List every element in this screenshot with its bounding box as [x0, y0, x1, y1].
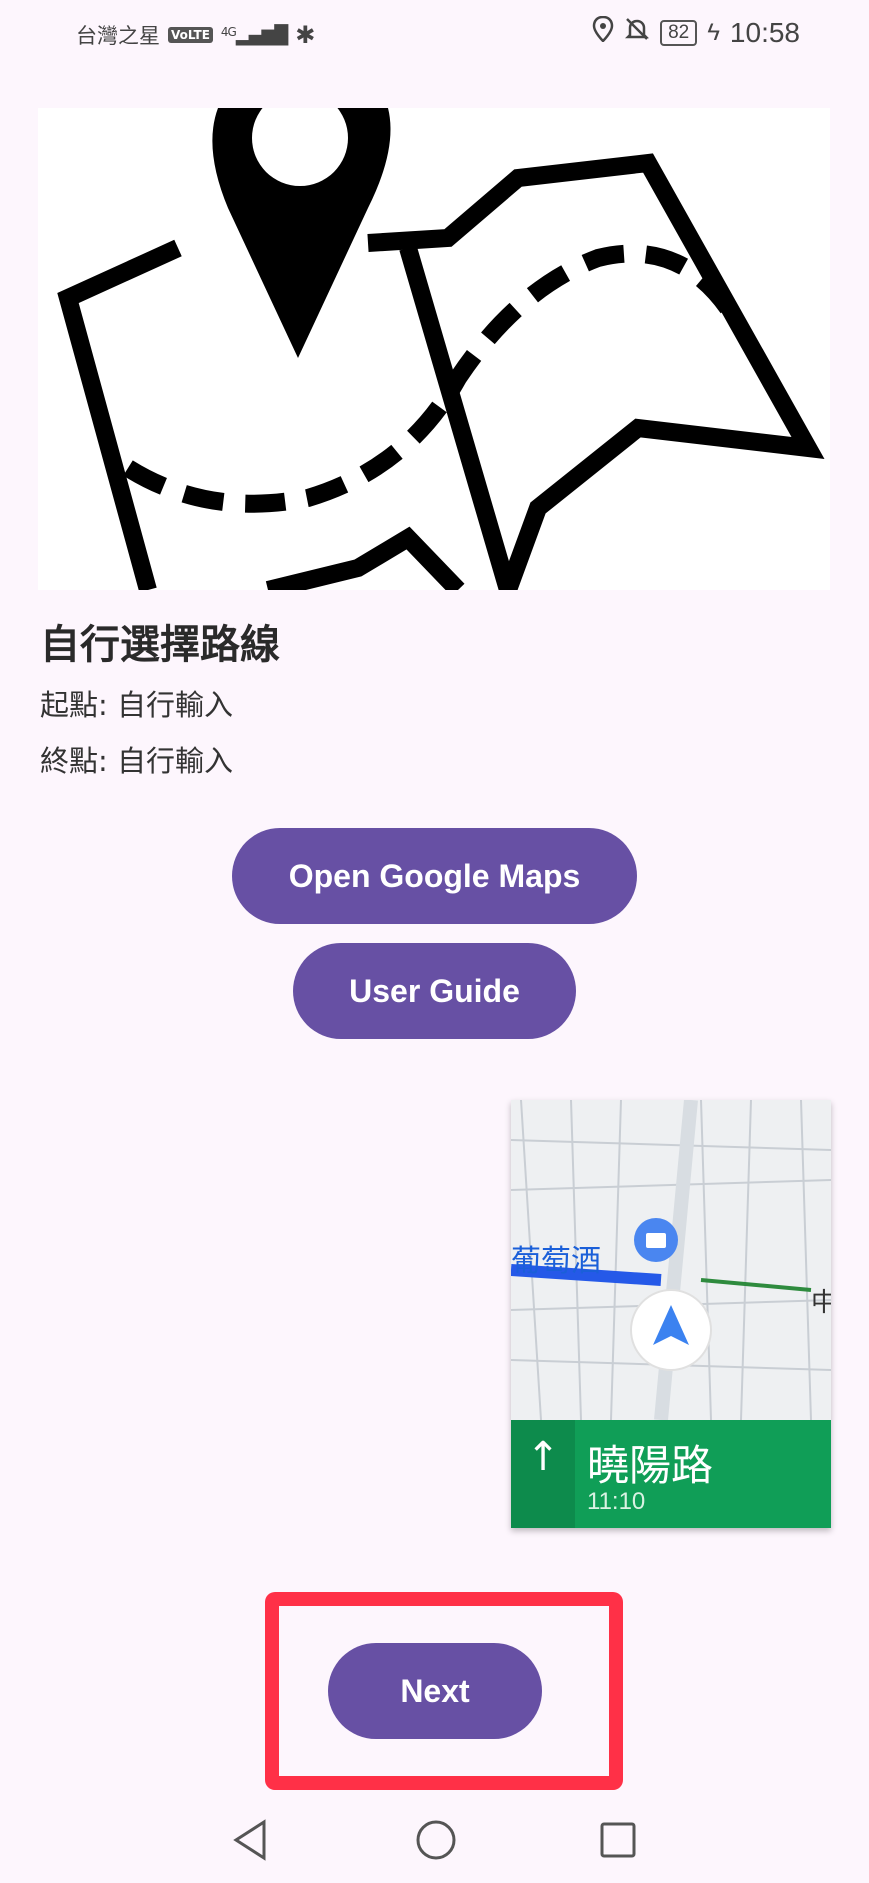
location-icon [592, 15, 614, 49]
map-place-label: 葡萄酒 [511, 1244, 601, 1279]
charging-icon: ϟ [707, 18, 720, 46]
open-google-maps-button[interactable]: Open Google Maps [232, 828, 637, 924]
network-type: 4G [220, 24, 237, 39]
bluetooth-icon: ✱ [295, 21, 316, 49]
status-left: 台灣之星 VoLTE 4G▂▄▆█ ✱ [76, 20, 315, 50]
navigation-preview-image: 葡萄酒 中 ↑ 曉陽路 11:10 [511, 1100, 831, 1528]
direction-banner: ↑ 曉陽路 11:10 [511, 1420, 831, 1528]
signal-icon: 4G▂▄▆█ [220, 24, 288, 46]
status-bar: 台灣之星 VoLTE 4G▂▄▆█ ✱ 82 ϟ 10:58 [0, 0, 869, 70]
route-title: 自行選擇路線 [40, 622, 280, 668]
carrier-label: 台灣之星 [76, 24, 160, 48]
map-illustration [38, 108, 830, 590]
volte-badge: VoLTE [168, 27, 213, 43]
straight-arrow-icon: ↑ [526, 1434, 560, 1480]
home-icon[interactable] [414, 1818, 458, 1866]
next-button[interactable]: Next [328, 1643, 542, 1739]
eta-time: 11:10 [587, 1488, 646, 1515]
street-name: 曉陽路 [587, 1441, 714, 1490]
recents-icon[interactable] [598, 1818, 638, 1866]
user-guide-button[interactable]: User Guide [293, 943, 576, 1039]
back-icon[interactable] [230, 1818, 270, 1866]
end-point-text: 終點: 自行輸入 [40, 744, 233, 778]
map-side-label: 中 [811, 1288, 831, 1318]
system-nav-bar [0, 1800, 869, 1883]
start-point-text: 起點: 自行輸入 [40, 688, 233, 722]
bell-off-icon [624, 16, 650, 49]
turn-arrow-box: ↑ [511, 1420, 575, 1528]
battery-icon: 82 [660, 19, 698, 46]
clock: 10:58 [729, 16, 800, 48]
status-right: 82 ϟ 10:58 [592, 15, 800, 49]
